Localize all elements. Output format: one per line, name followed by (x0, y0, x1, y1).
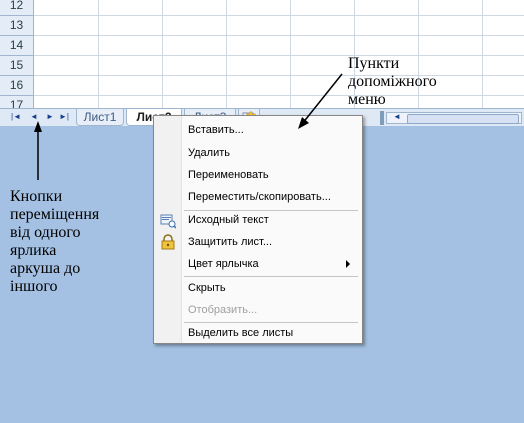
annotation-arrows (34, 73, 343, 180)
arrow-to-menu (301, 73, 343, 125)
arrowhead-menu (298, 117, 309, 129)
arrowhead-nav (34, 121, 42, 132)
